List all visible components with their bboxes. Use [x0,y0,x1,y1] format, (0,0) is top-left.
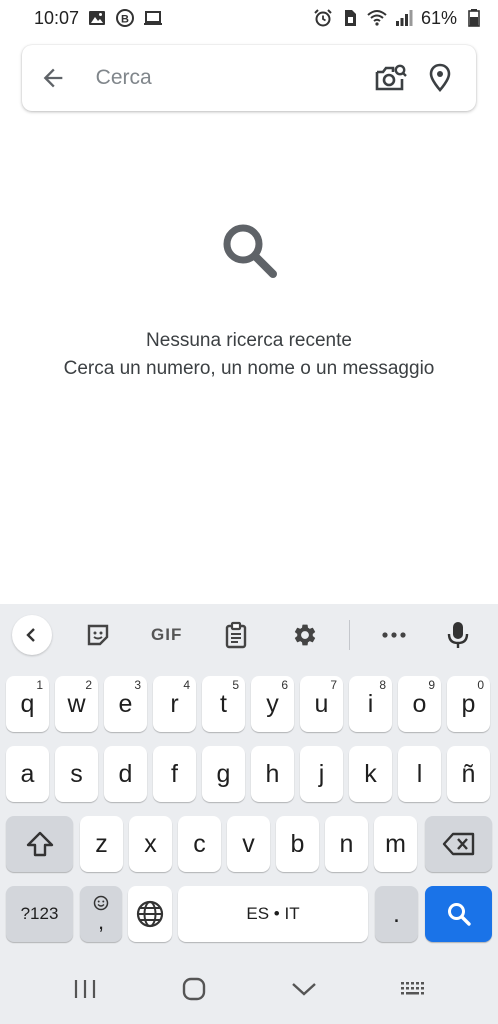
key-r[interactable]: r4 [153,676,196,732]
keyboard-toolbar: GIF [0,604,498,666]
battery-icon [464,8,484,28]
comma-label: , [97,909,105,934]
home-icon [183,977,206,1001]
search-bar [22,45,476,111]
key-y[interactable]: y6 [251,676,294,732]
keyboard-row-4: ?123 , ES • IT . [0,886,498,944]
key-b[interactable]: b [276,816,319,872]
sim-icon [340,8,360,28]
search-input[interactable] [83,45,367,111]
more-icon [382,632,407,638]
mic-button[interactable] [429,604,488,666]
status-left: 10:07 B [34,8,163,29]
key-i[interactable]: i8 [349,676,392,732]
key-n-tilde[interactable]: ñ [447,746,490,802]
key-j[interactable]: j [300,746,343,802]
backspace-key[interactable] [425,816,492,872]
key-h[interactable]: h [251,746,294,802]
key-a[interactable]: a [6,746,49,802]
empty-state: Nessuna ricerca recente Cerca un numero,… [0,218,498,380]
key-z[interactable]: z [80,816,123,872]
empty-title: Nessuna ricerca recente [146,330,352,351]
backspace-icon [442,832,474,856]
key-m[interactable]: m [374,816,417,872]
back-arrow-icon [43,68,63,88]
location-pin-icon [429,63,450,92]
keyboard-switch-button[interactable] [383,964,443,1014]
b-badge-icon: B [115,8,135,28]
keyboard: GIF q1 w2 e3 r 4 t 5 y 6 u 7 i 8 o 9 p 0… [0,604,498,954]
language-key[interactable] [128,886,172,942]
key-t[interactable]: t5 [202,676,245,732]
globe-icon [136,900,164,928]
key-q[interactable]: q1 [6,676,49,732]
key-f[interactable]: f [153,746,196,802]
space-key[interactable]: ES • IT [178,886,368,942]
status-time: 10:07 [34,7,80,28]
svg-text:B: B [121,14,129,26]
more-button[interactable] [360,604,429,666]
symbols-key[interactable]: ?123 [6,886,73,942]
gif-button[interactable]: GIF [132,604,201,666]
back-chevron-icon [291,983,316,996]
signal-icon [394,8,414,28]
key-d[interactable]: d [104,746,147,802]
emoji-comma-key[interactable]: , [80,886,122,942]
key-x[interactable]: x [129,816,172,872]
key-c[interactable]: c [178,816,221,872]
key-w[interactable]: w2 [55,676,98,732]
period-key[interactable]: . [375,886,418,942]
shift-icon [26,831,53,857]
wifi-icon [367,8,387,28]
shift-key[interactable] [6,816,73,872]
key-u[interactable]: u7 [300,676,343,732]
camera-search-icon [375,64,407,91]
keyboard-row-1: q1 w2 e3 r4 t5 y6 u7 i8 o9 p0 [0,676,498,734]
search-action-icon [447,903,471,926]
keyboard-row-3: z x c v b n m [0,816,498,874]
image-icon [87,8,107,28]
key-e[interactable]: e3 [104,676,147,732]
home-button[interactable] [164,964,224,1014]
key-v[interactable]: v [227,816,270,872]
key-n[interactable]: n [325,816,368,872]
status-bar: 10:07 B 61% [0,0,498,36]
back-button[interactable] [22,45,84,111]
recents-icon [74,980,95,998]
empty-subtitle: Cerca un numero, un nome o un messaggio [63,358,435,379]
settings-icon [294,624,315,646]
status-right: 61% [313,8,484,29]
sticker-button[interactable] [63,604,132,666]
battery-percent: 61% [420,7,457,28]
clipboard-icon [225,621,246,649]
laptop-icon [143,8,163,28]
search-key[interactable] [425,886,492,942]
key-o[interactable]: o9 [398,676,441,732]
toolbar-divider [349,620,350,650]
keyboard-row-2: a s d f g h j k l ñ [0,746,498,804]
key-p[interactable]: p0 [447,676,490,732]
key-g[interactable]: g [202,746,245,802]
collapse-toolbar-button[interactable] [10,604,53,666]
back-nav-button[interactable] [274,964,334,1014]
chevron-left-icon [11,615,52,655]
camera-search-button[interactable] [367,45,416,111]
search-icon [223,224,277,278]
key-k[interactable]: k [349,746,392,802]
location-button[interactable] [415,45,464,111]
alarm-icon [313,8,333,28]
mic-icon [448,622,469,648]
key-s[interactable]: s [55,746,98,802]
settings-button[interactable] [270,604,339,666]
clipboard-button[interactable] [201,604,270,666]
sticker-icon [87,624,108,646]
gif-icon: GIF [151,625,183,644]
keyboard-switch-icon [401,982,425,995]
navigation-bar [0,954,498,1024]
key-l[interactable]: l [398,746,441,802]
recents-button[interactable] [55,964,115,1014]
